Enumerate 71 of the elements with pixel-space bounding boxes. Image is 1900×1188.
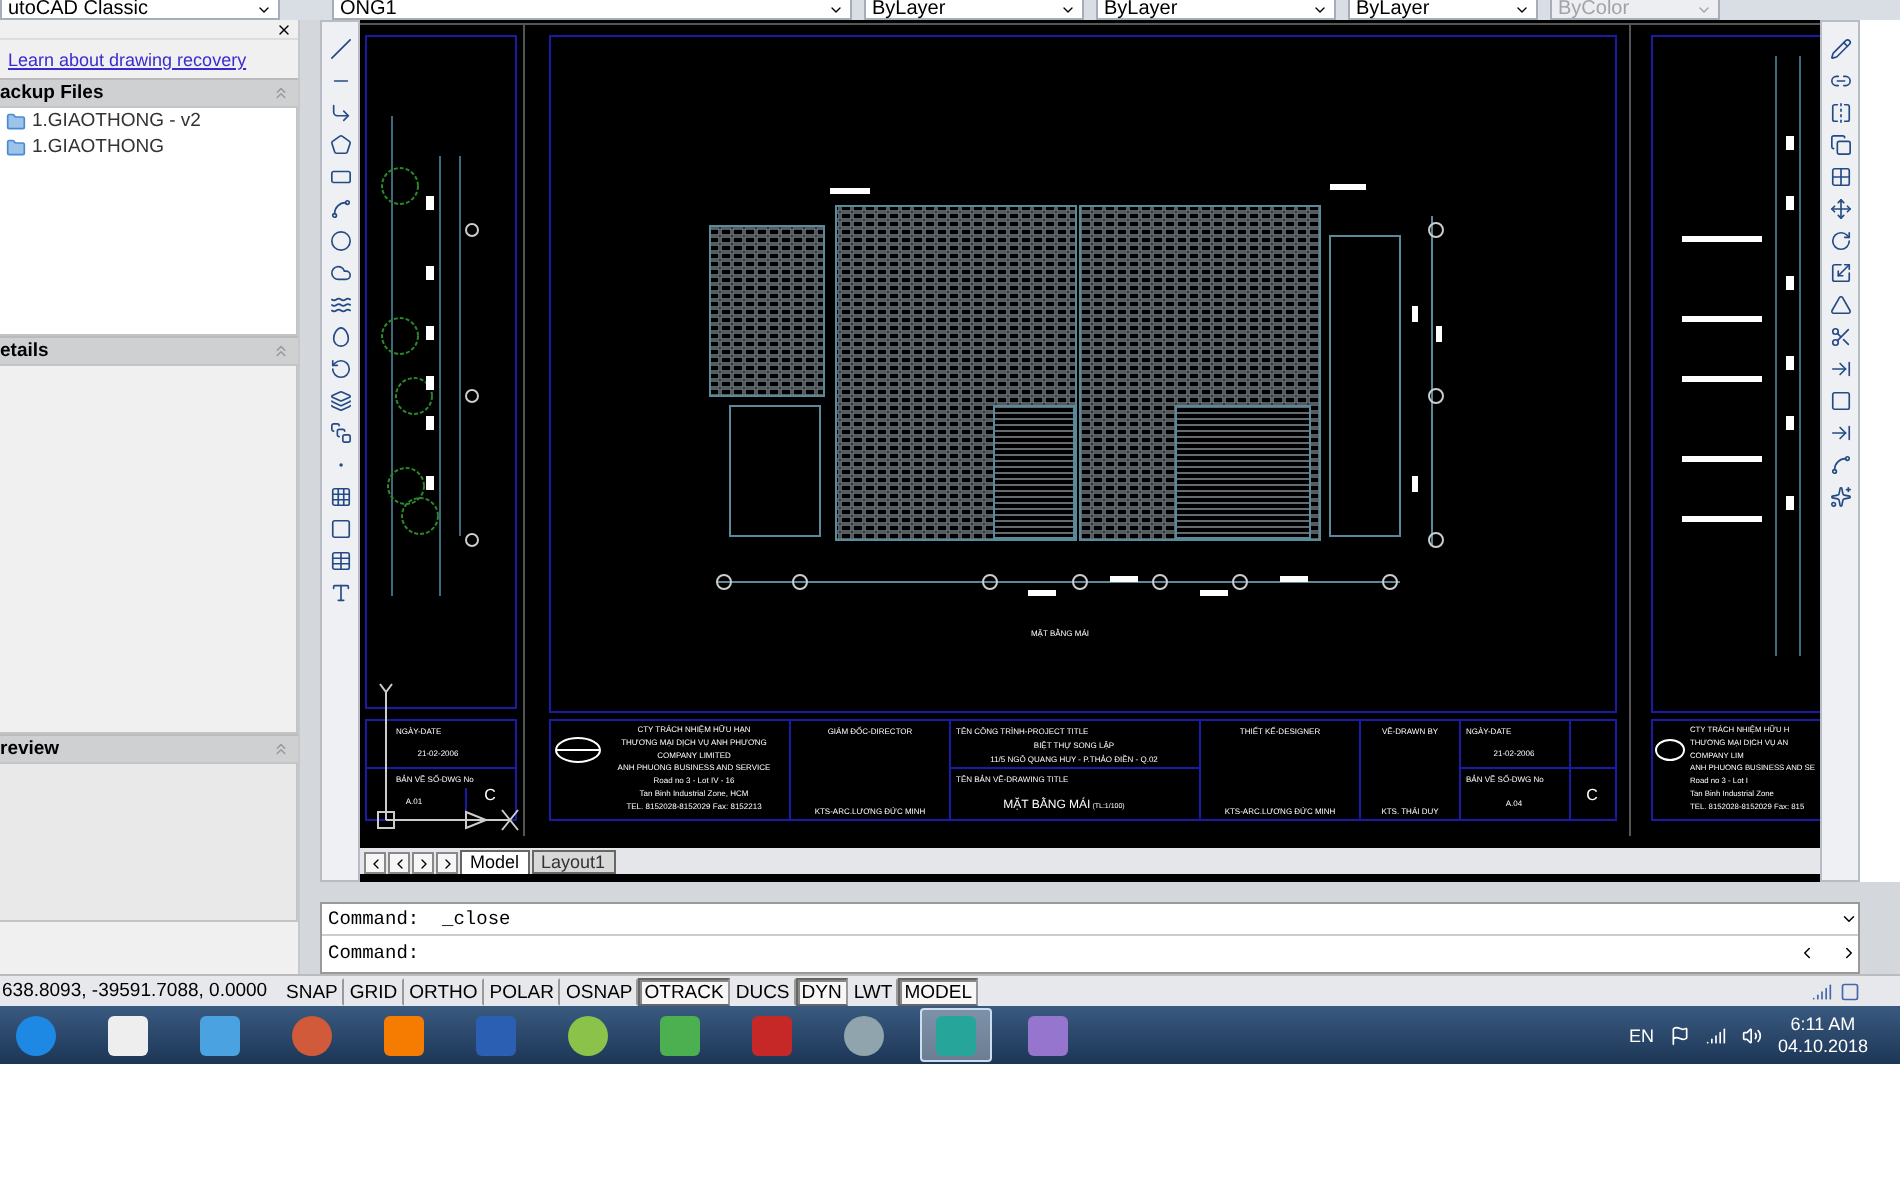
hatch-icon[interactable]: [326, 482, 354, 512]
section-title: review: [0, 738, 60, 760]
revision-letter: C: [1586, 786, 1598, 804]
line-icon[interactable]: [326, 34, 354, 64]
window-icon[interactable]: [1840, 981, 1860, 1001]
first-page-icon[interactable]: [388, 852, 410, 874]
section-header[interactable]: review: [0, 734, 298, 762]
pencil-icon[interactable]: [1826, 34, 1854, 64]
sparkle-icon[interactable]: [1826, 482, 1854, 512]
next-page-icon[interactable]: [436, 852, 458, 874]
grid-icon[interactable]: [1826, 162, 1854, 192]
folder-icon: [6, 111, 26, 131]
scroll-left-icon[interactable]: [1798, 943, 1816, 961]
volume-icon[interactable]: [1741, 1025, 1762, 1045]
section-title: etails: [0, 340, 49, 362]
section-header[interactable]: etails: [0, 336, 298, 364]
backup-file-item[interactable]: 1.GIAOTHONG: [0, 134, 296, 160]
triangle-icon[interactable]: [1826, 290, 1854, 320]
revision-letter: C: [484, 786, 496, 804]
close-icon[interactable]: [276, 21, 292, 37]
table-icon[interactable]: [326, 546, 354, 576]
circle-icon[interactable]: [326, 226, 354, 256]
caret-icon: [1060, 2, 1076, 18]
layer-dropdown[interactable]: ONG1: [332, 0, 852, 20]
pentagon-icon[interactable]: [326, 130, 354, 160]
flag-icon[interactable]: [1669, 1025, 1690, 1045]
first-page-icon[interactable]: [364, 852, 386, 874]
status-toggle[interactable]: DYN: [795, 977, 848, 1005]
linetype-dropdown[interactable]: ByLayer: [1096, 0, 1336, 20]
lineweight-dropdown[interactable]: ByLayer: [1348, 0, 1538, 20]
layers-icon[interactable]: [326, 386, 354, 416]
caret-icon: [1514, 2, 1530, 18]
next-page-icon[interactable]: [412, 852, 434, 874]
plot-style-dropdown: ByColor: [1550, 0, 1720, 20]
square-icon[interactable]: [326, 514, 354, 544]
stack-icon[interactable]: [326, 418, 354, 448]
status-toggle[interactable]: OTRACK: [638, 977, 730, 1005]
scale-icon[interactable]: [1826, 258, 1854, 288]
move-icon[interactable]: [1826, 194, 1854, 224]
scroll-icon[interactable]: [1840, 910, 1858, 928]
rotate-icon[interactable]: [1826, 226, 1854, 256]
rotate-icon[interactable]: [326, 354, 354, 384]
copy-icon[interactable]: [1826, 130, 1854, 160]
caret-icon: [256, 2, 272, 18]
mirror-icon[interactable]: [1826, 98, 1854, 128]
caret-icon: [1312, 2, 1328, 18]
status-toggle[interactable]: MODEL: [898, 977, 978, 1005]
arc-icon[interactable]: [326, 194, 354, 224]
caret-icon: [1696, 2, 1712, 18]
layout-tab[interactable]: Layout1: [531, 850, 616, 874]
coordinates-readout: 638.8093, -39591.7088, 0.0000: [0, 980, 270, 1002]
command-history-line: Command: _close: [328, 908, 511, 930]
language-indicator[interactable]: EN: [1628, 1025, 1654, 1045]
section-header[interactable]: ackup Files: [0, 78, 298, 106]
scroll-right-icon[interactable]: [1840, 943, 1858, 961]
square-icon[interactable]: [1826, 386, 1854, 416]
command-prompt[interactable]: Command:: [328, 941, 420, 963]
recovery-link[interactable]: Learn about drawing recovery: [0, 42, 255, 78]
color-dropdown[interactable]: ByLayer: [864, 0, 1084, 20]
clock[interactable]: 6:11 AM 04.10.2018: [1777, 1013, 1868, 1057]
scissors-icon[interactable]: [1826, 322, 1854, 352]
caret-icon: [828, 2, 844, 18]
curve-icon[interactable]: [1826, 450, 1854, 480]
section-title: ackup Files: [0, 82, 104, 104]
workspace-dropdown[interactable]: utoCAD Classic: [0, 0, 280, 20]
backup-file-item[interactable]: 1.GIAOTHONG - v2: [0, 108, 296, 134]
layout-tab[interactable]: Model: [460, 850, 530, 874]
network-icon[interactable]: [1705, 1025, 1726, 1045]
ucs-axis-icon: [377, 683, 519, 831]
folder-icon: [6, 137, 26, 157]
tray-signal-icon[interactable]: [1812, 981, 1832, 1001]
